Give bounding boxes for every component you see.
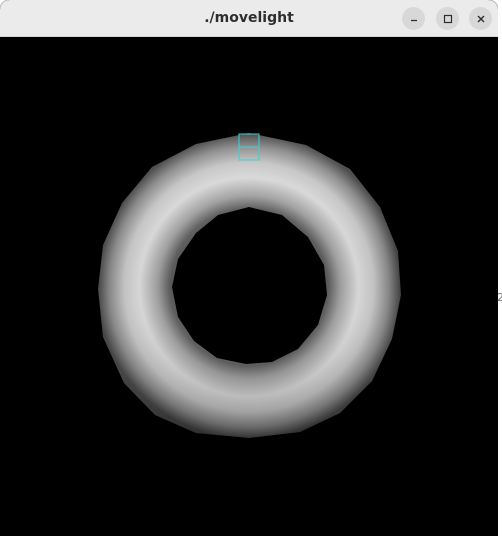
opengl-viewport[interactable]: [0, 37, 498, 536]
scene-svg: [98, 133, 401, 438]
maximize-button[interactable]: [436, 7, 459, 30]
maximize-icon: [443, 14, 452, 23]
torus-shading-overlay: [98, 133, 401, 438]
close-button[interactable]: [469, 7, 492, 30]
minimize-icon: [410, 19, 417, 21]
desktop-edge: [498, 0, 502, 536]
torus: [98, 133, 401, 438]
app-window: ./movelight: [0, 0, 498, 536]
minimize-button[interactable]: [402, 7, 425, 30]
edge-glyph: 2: [497, 291, 502, 304]
close-icon: [477, 15, 484, 22]
title-bar[interactable]: ./movelight: [0, 0, 498, 37]
